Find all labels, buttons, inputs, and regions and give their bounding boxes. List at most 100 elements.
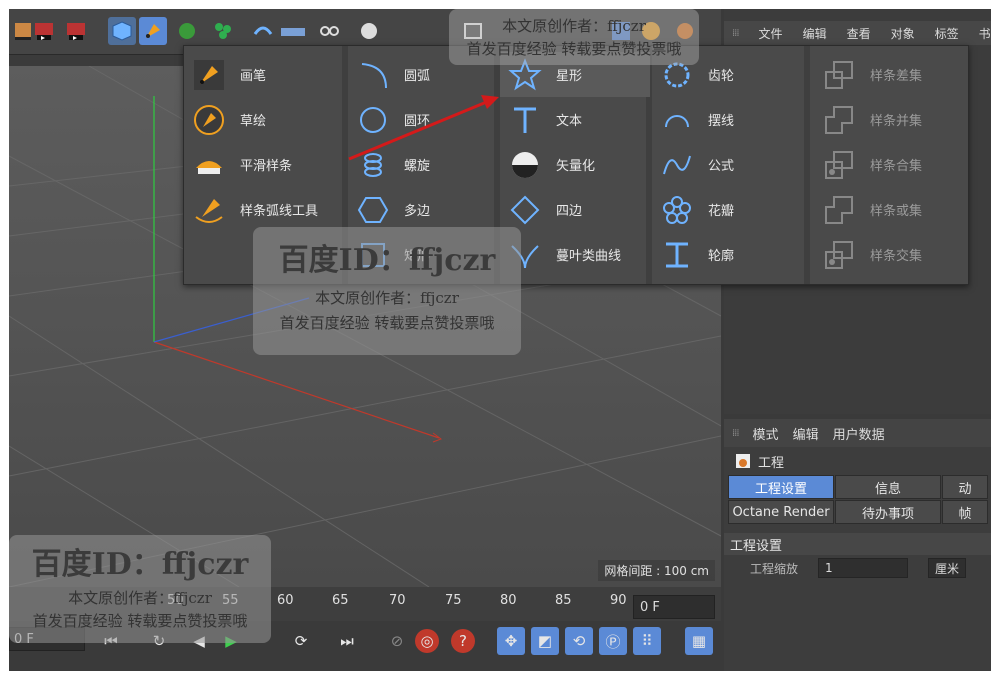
menu-item-cycloid[interactable]: 摆线: [652, 97, 802, 142]
menu-item-sketch[interactable]: 草绘: [184, 97, 334, 142]
menu-label: 公式: [708, 159, 735, 174]
polygon-icon: [354, 190, 392, 230]
menu-item-spline-intersect[interactable]: 样条交集: [814, 232, 964, 277]
sketch-icon: [190, 100, 228, 140]
nurbs-icon[interactable]: [173, 17, 201, 45]
menu-edit[interactable]: 编辑: [803, 25, 827, 42]
menu-bookmarks[interactable]: 书: [979, 25, 991, 42]
unit-dropdown[interactable]: 厘米: [928, 558, 967, 578]
menu-label: 圆弧: [404, 69, 431, 84]
menu-column-primitives-2: 星形 文本 矢量化 四边 蔓叶类曲线: [500, 52, 650, 277]
render-view-icon[interactable]: [31, 17, 59, 45]
menu-tags[interactable]: 标签: [935, 25, 959, 42]
menu-edit[interactable]: 编辑: [793, 424, 819, 443]
floor-icon[interactable]: [279, 17, 307, 45]
tab-dynamics[interactable]: 动: [942, 475, 988, 499]
tab-project-settings[interactable]: 工程设置: [728, 475, 834, 499]
menu-label: 多边: [404, 204, 431, 219]
spline-subtract-icon: [820, 55, 858, 95]
menu-label: 花瓣: [708, 204, 735, 219]
cube-icon[interactable]: [108, 17, 136, 45]
menu-item-spline-union[interactable]: 样条并集: [814, 97, 964, 142]
menu-item-smooth-spline[interactable]: 平滑样条: [184, 142, 334, 187]
tab-todo[interactable]: 待办事项: [835, 500, 941, 524]
project-scale-row: 工程缩放 1 厘米: [724, 555, 991, 581]
vectorizer-icon: [506, 145, 544, 185]
spline-pen-icon[interactable]: [139, 17, 167, 45]
grip-icon[interactable]: ⁞⁞⁞: [732, 428, 739, 439]
menu-column-primitives-3: 齿轮 摆线 公式 花瓣 轮廓: [652, 52, 802, 277]
help-icon[interactable]: ?: [451, 629, 475, 653]
project-icon: [736, 454, 750, 468]
smooth-spline-icon: [190, 145, 228, 185]
menu-item-vectorizer[interactable]: 矢量化: [500, 142, 650, 187]
menu-item-four-side[interactable]: 四边: [500, 187, 650, 232]
pen-icon: [190, 55, 228, 95]
menu-item-profile[interactable]: 轮廓: [652, 232, 802, 277]
camera-icon[interactable]: [315, 17, 343, 45]
menu-item-cissoid[interactable]: 蔓叶类曲线: [500, 232, 650, 277]
menu-item-polygon[interactable]: 多边: [348, 187, 498, 232]
rotate-key-icon[interactable]: ⟲: [565, 627, 593, 655]
watermark-author: 本文原创作者：ffjczr: [502, 17, 646, 35]
menu-label: 样条弧线工具: [240, 204, 319, 219]
tick-label: 70: [389, 593, 406, 608]
go-to-end-icon[interactable]: ⏭: [333, 627, 361, 655]
pla-key-icon[interactable]: ⠿: [633, 627, 661, 655]
menu-mode[interactable]: 模式: [753, 424, 779, 443]
spline-and-icon: [820, 145, 858, 185]
film-icon[interactable]: ▦: [685, 627, 713, 655]
deformer-icon[interactable]: [249, 17, 277, 45]
tab-octane-render[interactable]: Octane Render: [728, 500, 834, 524]
menu-label: 轮廓: [708, 249, 735, 264]
tick-label: 65: [332, 593, 349, 608]
grid-spacing-label: 网格间距 : 100 cm: [598, 560, 715, 581]
array-icon[interactable]: [209, 17, 237, 45]
autokey-icon[interactable]: ◎: [415, 629, 439, 653]
profile-icon: [658, 235, 696, 275]
menu-label: 星形: [556, 69, 583, 84]
spline-arc-tool-icon: [190, 190, 228, 230]
menu-objects[interactable]: 对象: [891, 25, 915, 42]
param-key-icon[interactable]: Ⓟ: [599, 627, 627, 655]
menu-item-text[interactable]: 文本: [500, 97, 650, 142]
menu-user-data[interactable]: 用户数据: [833, 424, 885, 443]
menu-label: 文本: [556, 114, 583, 129]
menu-item-spline-arc-tool[interactable]: 样条弧线工具: [184, 187, 334, 232]
grip-icon[interactable]: ⁞⁞⁞: [732, 28, 739, 39]
menu-item-spline-subtract[interactable]: 样条差集: [814, 52, 964, 97]
watermark-author: 本文原创作者：ffjczr: [315, 289, 459, 307]
tab-row-1: 工程设置 信息 动: [728, 475, 991, 500]
tick-label: 90: [610, 593, 627, 608]
menu-item-flower[interactable]: 花瓣: [652, 187, 802, 232]
render-to-picture-viewer-icon[interactable]: [63, 17, 91, 45]
menu-item-spline-or[interactable]: 样条或集: [814, 187, 964, 232]
annotation-arrow: [348, 95, 499, 161]
formula-icon: [658, 145, 696, 185]
scale-key-icon[interactable]: ◩: [531, 627, 559, 655]
attribute-manager: ⁞⁞⁞ 模式 编辑 用户数据 工程 工程设置 信息 动 Octane Rende…: [724, 419, 991, 671]
menu-label: 蔓叶类曲线: [556, 249, 622, 264]
menu-label: 草绘: [240, 114, 267, 129]
menu-label: 四边: [556, 204, 583, 219]
tab-frame[interactable]: 帧: [942, 500, 988, 524]
refresh-icon[interactable]: ⟳: [287, 627, 315, 655]
project-scale-field[interactable]: 1: [818, 558, 909, 578]
menu-item-spline-and[interactable]: 样条合集: [814, 142, 964, 187]
menu-item-formula[interactable]: 公式: [652, 142, 802, 187]
watermark-top: 本文原创作者：ffjczr 首发百度经验 转载要点赞投票哦: [449, 9, 699, 65]
menu-column-boolean: 样条差集 样条并集 样条合集 样条或集 样条交集: [814, 52, 964, 277]
watermark-note: 首发百度经验 转载要点赞投票哦: [32, 612, 248, 630]
light-icon[interactable]: [355, 17, 383, 45]
tab-info[interactable]: 信息: [835, 475, 941, 499]
x-axis-line: [153, 341, 440, 439]
menu-label: 平滑样条: [240, 159, 293, 174]
watermark-id: 百度ID：ffjczr: [31, 547, 249, 582]
project-scale-label: 工程缩放: [750, 561, 799, 576]
menu-view[interactable]: 查看: [847, 25, 871, 42]
record-disabled-icon[interactable]: ⊘: [383, 627, 411, 655]
move-key-icon[interactable]: ✥: [497, 627, 525, 655]
menu-item-pen[interactable]: 画笔: [184, 52, 334, 97]
menu-file[interactable]: 文件: [759, 25, 783, 42]
current-frame-field[interactable]: 0 F: [633, 595, 715, 619]
